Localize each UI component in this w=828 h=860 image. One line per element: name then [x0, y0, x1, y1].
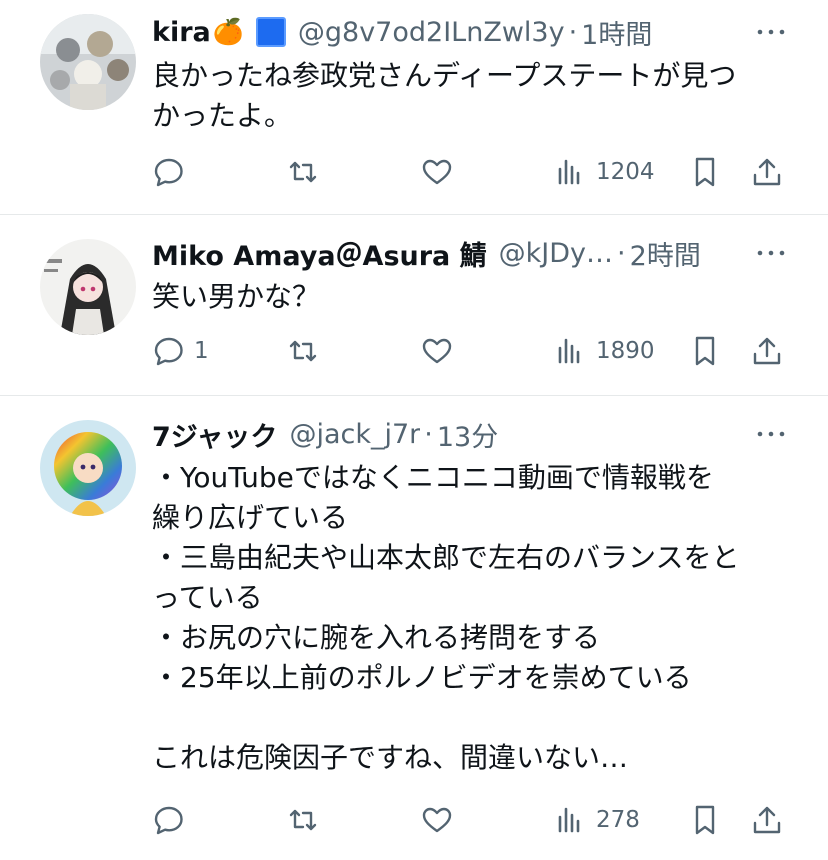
timestamp[interactable]: 13分 [437, 415, 498, 454]
tweet-text: 笑い男かな？ [152, 277, 788, 317]
reply-icon [154, 337, 183, 366]
views-icon [558, 159, 580, 185]
action-bar: 278 [152, 800, 792, 840]
repost-button[interactable] [286, 152, 320, 192]
more-icon[interactable] [754, 422, 788, 446]
view-count: 278 [596, 807, 640, 833]
view-count: 1204 [596, 159, 655, 185]
views-icon [558, 338, 580, 364]
tweet-text-line [152, 698, 788, 738]
heart-icon [422, 159, 452, 185]
like-button[interactable] [420, 800, 454, 840]
bookmark-button[interactable] [688, 800, 722, 840]
bookmark-button[interactable] [688, 331, 722, 371]
avatar[interactable] [40, 420, 136, 516]
reply-icon [154, 158, 183, 187]
more-icon[interactable] [754, 241, 788, 265]
share-icon [753, 158, 781, 186]
tweet-text-line: 笑い男かな？ [152, 280, 321, 313]
share-icon [753, 806, 781, 834]
tweet-text-line: ・お尻の穴に腕を入れる拷問をする [152, 621, 601, 654]
tweet-text-line: っている [152, 581, 263, 614]
reply-feed: kira 🍊 @g8v7od2ILnZwl3y · 1時間 良かったね参政党さん… [0, 0, 828, 860]
timestamp[interactable]: 2時間 [630, 234, 701, 273]
avatar[interactable] [40, 239, 136, 335]
repost-button[interactable] [286, 331, 320, 371]
heart-icon [422, 338, 452, 364]
author-name[interactable]: 7ジャック [152, 415, 277, 454]
reply-icon [154, 806, 183, 835]
action-bar: 1204 [152, 152, 792, 192]
tweet-header: 7ジャック @jack_j7r · 13分 [152, 414, 788, 454]
timestamp[interactable]: 1時間 [581, 13, 652, 52]
share-button[interactable] [750, 800, 784, 840]
separator: · [617, 237, 626, 269]
tweet-text: 良かったね参政党さんディープステートが見つ かったよ。 [152, 56, 788, 136]
author-handle[interactable]: @jack_j7r [289, 419, 420, 450]
bookmark-button[interactable] [688, 152, 722, 192]
views-button[interactable]: 1204 [554, 152, 655, 192]
author-handle[interactable]: @kJDy… [499, 238, 613, 269]
tweet[interactable]: 7ジャック @jack_j7r · 13分 ・YouTubeではなくニコニコ動画… [0, 396, 828, 860]
separator: · [424, 418, 433, 450]
share-button[interactable] [750, 331, 784, 371]
tweet-text-line: ・三島由紀夫や山本太郎で左右のバランスをと [152, 541, 740, 574]
separator: · [568, 16, 578, 48]
views-button[interactable]: 278 [554, 800, 640, 840]
reply-button[interactable]: 1 [152, 331, 209, 371]
tweet-header: kira 🍊 @g8v7od2ILnZwl3y · 1時間 [152, 12, 788, 52]
author-name[interactable]: Miko Amaya＠Asura 鯖 [152, 234, 487, 273]
heart-icon [422, 807, 452, 833]
more-icon[interactable] [754, 20, 788, 44]
tweet-text: ・YouTubeではなくニコニコ動画で情報戦を 繰り広げている ・三島由紀夫や山… [152, 458, 788, 778]
views-icon [558, 807, 580, 833]
like-button[interactable] [420, 331, 454, 371]
orange-emoji: 🍊 [212, 17, 244, 46]
reply-button[interactable] [152, 800, 194, 840]
author-name[interactable]: kira [152, 17, 211, 48]
bookmark-icon [695, 805, 715, 835]
repost-icon [289, 161, 317, 183]
like-button[interactable] [420, 152, 454, 192]
bookmark-icon [695, 336, 715, 366]
tweet[interactable]: Miko Amaya＠Asura 鯖 @kJDy… · 2時間 笑い男かな？ 1… [0, 215, 828, 395]
repost-icon [289, 340, 317, 362]
tweet-text-line: 繰り広げている [152, 501, 349, 534]
tweet[interactable]: kira 🍊 @g8v7od2ILnZwl3y · 1時間 良かったね参政党さん… [0, 0, 828, 214]
tweet-text-line: かったよ。 [152, 99, 293, 132]
views-button[interactable]: 1890 [554, 331, 655, 371]
reply-button[interactable] [152, 152, 194, 192]
author-handle[interactable]: @g8v7od2ILnZwl3y [298, 17, 565, 48]
tweet-text-line: ・25年以上前のポルノビデオを崇めている [152, 661, 692, 694]
share-button[interactable] [750, 152, 784, 192]
tweet-text-line: これは危険因子ですね、間違いない… [152, 741, 629, 774]
share-icon [753, 337, 781, 365]
tweet-header: Miko Amaya＠Asura 鯖 @kJDy… · 2時間 [152, 233, 788, 273]
repost-button[interactable] [286, 800, 320, 840]
action-bar: 1 1890 [152, 331, 792, 371]
avatar[interactable] [40, 14, 136, 110]
bookmark-icon [695, 157, 715, 187]
tweet-text-line: ・YouTubeではなくニコニコ動画で情報戦を [152, 461, 714, 494]
view-count: 1890 [596, 338, 655, 364]
blue-square-emoji [255, 17, 286, 47]
reply-count: 1 [194, 338, 209, 364]
tweet-text-line: 良かったね参政党さんディープステートが見つ [152, 59, 737, 92]
repost-icon [289, 809, 317, 831]
